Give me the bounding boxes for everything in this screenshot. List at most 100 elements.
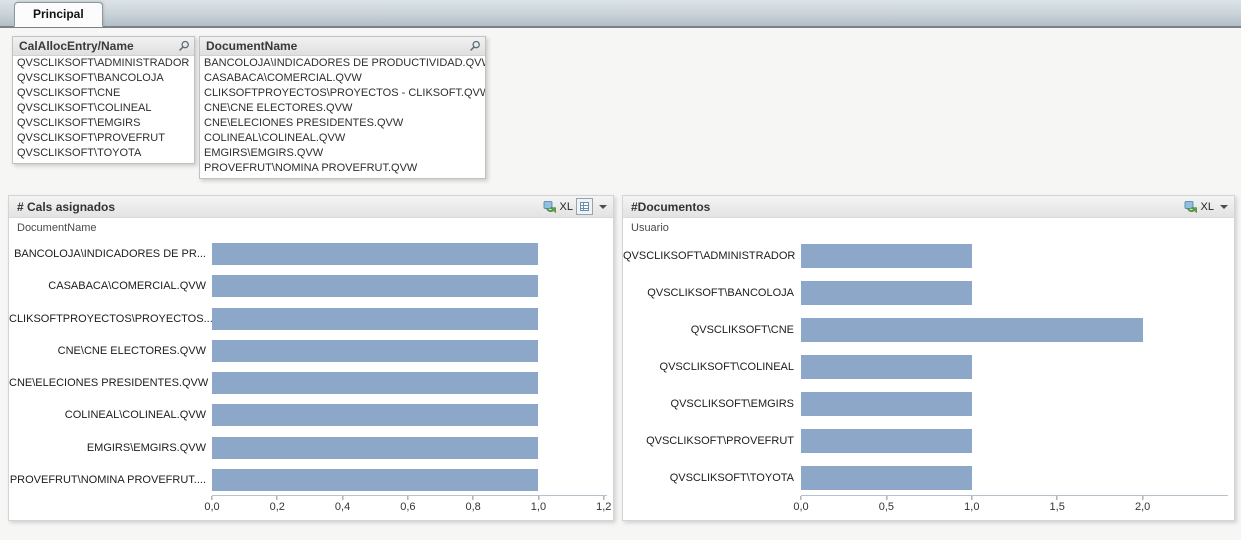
list-item[interactable]: QVSCLIKSOFT\COLINEAL (13, 101, 194, 116)
bar-label[interactable]: CNE\ELECIONES PRESIDENTES.QVW (9, 377, 212, 389)
bar-row: QVSCLIKSOFT\CNE (623, 312, 1228, 349)
bar-track (801, 349, 1228, 386)
bar-row: CLIKSOFTPROYECTOS\PROYECTOS... (9, 303, 607, 335)
bar-label[interactable]: PROVEFRUT\NOMINA PROVEFRUT.... (9, 474, 212, 486)
bar[interactable] (212, 404, 539, 427)
bar[interactable] (801, 428, 972, 453)
bar[interactable] (801, 465, 972, 490)
list-item[interactable]: QVSCLIKSOFT\EMGIRS (13, 116, 194, 131)
listbox-title: DocumentName (206, 39, 298, 53)
list-item[interactable]: CASABACA\COMERCIAL.QVW (200, 71, 485, 86)
bar[interactable] (212, 468, 539, 491)
bar-label[interactable]: QVSCLIKSOFT\PROVEFRUT (623, 435, 801, 447)
axis-tick: 2,0 (1135, 496, 1150, 513)
axis-tick: 1,0 (531, 496, 546, 513)
axis-tick: 0,8 (466, 496, 481, 513)
plot-area: BANCOLOJA\INDICADORES DE PR... CASABACA\… (9, 238, 607, 496)
tab-principal[interactable]: Principal (14, 2, 103, 27)
axis-tick: 1,5 (1050, 496, 1065, 513)
bar-row: BANCOLOJA\INDICADORES DE PR... (9, 238, 607, 270)
bar-label[interactable]: QVSCLIKSOFT\CNE (623, 324, 801, 336)
list-item[interactable]: EMGIRS\EMGIRS.QVW (200, 146, 485, 161)
bar-label[interactable]: QVSCLIKSOFT\BANCOLOJA (623, 287, 801, 299)
bar-label[interactable]: QVSCLIKSOFT\ADMINISTRADOR (623, 250, 801, 262)
listbox-body: BANCOLOJA\INDICADORES DE PRODUCTIVIDAD.Q… (200, 56, 485, 176)
list-item[interactable]: COLINEAL\COLINEAL.QVW (200, 131, 485, 146)
bar-track (801, 459, 1228, 496)
dimension-label: Usuario (631, 222, 669, 234)
bar-track (801, 422, 1228, 459)
list-item[interactable]: QVSCLIKSOFT\ADMINISTRADOR (13, 56, 194, 71)
bar[interactable] (212, 436, 539, 459)
chart-caption[interactable]: # Cals asignados XL (9, 196, 613, 218)
axis-tick: 0,0 (204, 496, 220, 513)
list-item[interactable]: QVSCLIKSOFT\CNE (13, 86, 194, 101)
axis-tick: 1,0 (964, 496, 979, 513)
bar-label[interactable]: EMGIRS\EMGIRS.QVW (9, 442, 212, 454)
bar-row: QVSCLIKSOFT\TOYOTA (623, 459, 1228, 496)
chart-body: DocumentName BANCOLOJA\INDICADORES DE PR… (9, 218, 613, 520)
x-axis: 0,0 0,2 0,4 0,6 0,8 1,0 1,2 (204, 495, 611, 520)
bar-label[interactable]: CNE\CNE ELECTORES.QVW (9, 345, 212, 357)
bar-track (212, 270, 607, 302)
list-item[interactable]: CNE\ELECIONES PRESIDENTES.QVW (200, 116, 485, 131)
bar[interactable] (212, 372, 539, 395)
bar[interactable] (801, 318, 1143, 343)
bar-track (212, 335, 607, 367)
bar-label[interactable]: BANCOLOJA\INDICADORES DE PR... (9, 248, 212, 260)
bar[interactable] (212, 307, 539, 330)
bar[interactable] (212, 243, 539, 266)
dimension-label: DocumentName (17, 222, 97, 234)
bar-label[interactable]: CASABACA\COMERCIAL.QVW (9, 280, 212, 292)
xl-export-label[interactable]: XL (560, 201, 573, 213)
chevron-down-icon[interactable] (599, 204, 607, 209)
bar-row: QVSCLIKSOFT\PROVEFRUT (623, 422, 1228, 459)
list-item[interactable]: CNE\CNE ELECTORES.QVW (200, 101, 485, 116)
bar-label[interactable]: COLINEAL\COLINEAL.QVW (9, 409, 212, 421)
bar-track (212, 399, 607, 431)
bar[interactable] (801, 281, 972, 306)
fast-type-change-icon[interactable] (576, 198, 593, 215)
search-icon[interactable] (469, 40, 481, 52)
bar[interactable] (212, 339, 539, 362)
bar-track (212, 464, 607, 496)
list-item[interactable]: QVSCLIKSOFT\PROVEFRUT (13, 131, 194, 146)
bar[interactable] (801, 355, 972, 379)
bar-row: PROVEFRUT\NOMINA PROVEFRUT.... (9, 464, 607, 496)
listbox-title: CalAllocEntry/Name (19, 39, 134, 53)
listbox-caption[interactable]: CalAllocEntry/Name (13, 37, 194, 56)
listbox-caption[interactable]: DocumentName (200, 37, 485, 56)
list-item[interactable]: BANCOLOJA\INDICADORES DE PRODUCTIVIDAD.Q… (200, 56, 485, 71)
bar-label[interactable]: QVSCLIKSOFT\EMGIRS (623, 398, 801, 410)
xl-export-label[interactable]: XL (1201, 201, 1214, 213)
axis-tick: 0,2 (270, 496, 285, 513)
list-item[interactable]: QVSCLIKSOFT\BANCOLOJA (13, 71, 194, 86)
search-icon[interactable] (178, 40, 190, 52)
listbox-body: QVSCLIKSOFT\ADMINISTRADOR QVSCLIKSOFT\BA… (13, 56, 194, 161)
excel-export-icon[interactable] (543, 200, 557, 214)
axis-tick: 0,4 (335, 496, 350, 513)
excel-export-icon[interactable] (1184, 200, 1198, 214)
bar-label[interactable]: QVSCLIKSOFT\COLINEAL (623, 361, 801, 373)
bar-label[interactable]: CLIKSOFTPROYECTOS\PROYECTOS... (9, 313, 212, 325)
bar-track (212, 303, 607, 335)
chart-caption[interactable]: #Documentos XL (623, 196, 1234, 218)
bar[interactable] (801, 244, 972, 269)
bar[interactable] (212, 275, 539, 298)
bar-row: CNE\CNE ELECTORES.QVW (9, 335, 607, 367)
bar-row: QVSCLIKSOFT\ADMINISTRADOR (623, 238, 1228, 275)
listbox-calallocentry-name: CalAllocEntry/Name QVSCLIKSOFT\ADMINISTR… (12, 36, 195, 164)
bar-row: QVSCLIKSOFT\BANCOLOJA (623, 275, 1228, 312)
list-item[interactable]: QVSCLIKSOFT\TOYOTA (13, 146, 194, 161)
bar-track (212, 367, 607, 399)
list-item[interactable]: PROVEFRUT\NOMINA PROVEFRUT.QVW (200, 161, 485, 176)
list-item[interactable]: CLIKSOFTPROYECTOS\PROYECTOS - CLIKSOFT.Q… (200, 86, 485, 101)
chart-cals-asignados: # Cals asignados XL DocumentName BANCOLO… (8, 195, 614, 521)
chevron-down-icon[interactable] (1220, 204, 1228, 209)
axis-tick: 0,5 (879, 496, 894, 513)
tab-bar: Principal (0, 0, 1241, 28)
bar-label[interactable]: QVSCLIKSOFT\TOYOTA (623, 472, 801, 484)
bar[interactable] (801, 391, 972, 416)
bar-track (212, 432, 607, 464)
bar-row: QVSCLIKSOFT\EMGIRS (623, 385, 1228, 422)
